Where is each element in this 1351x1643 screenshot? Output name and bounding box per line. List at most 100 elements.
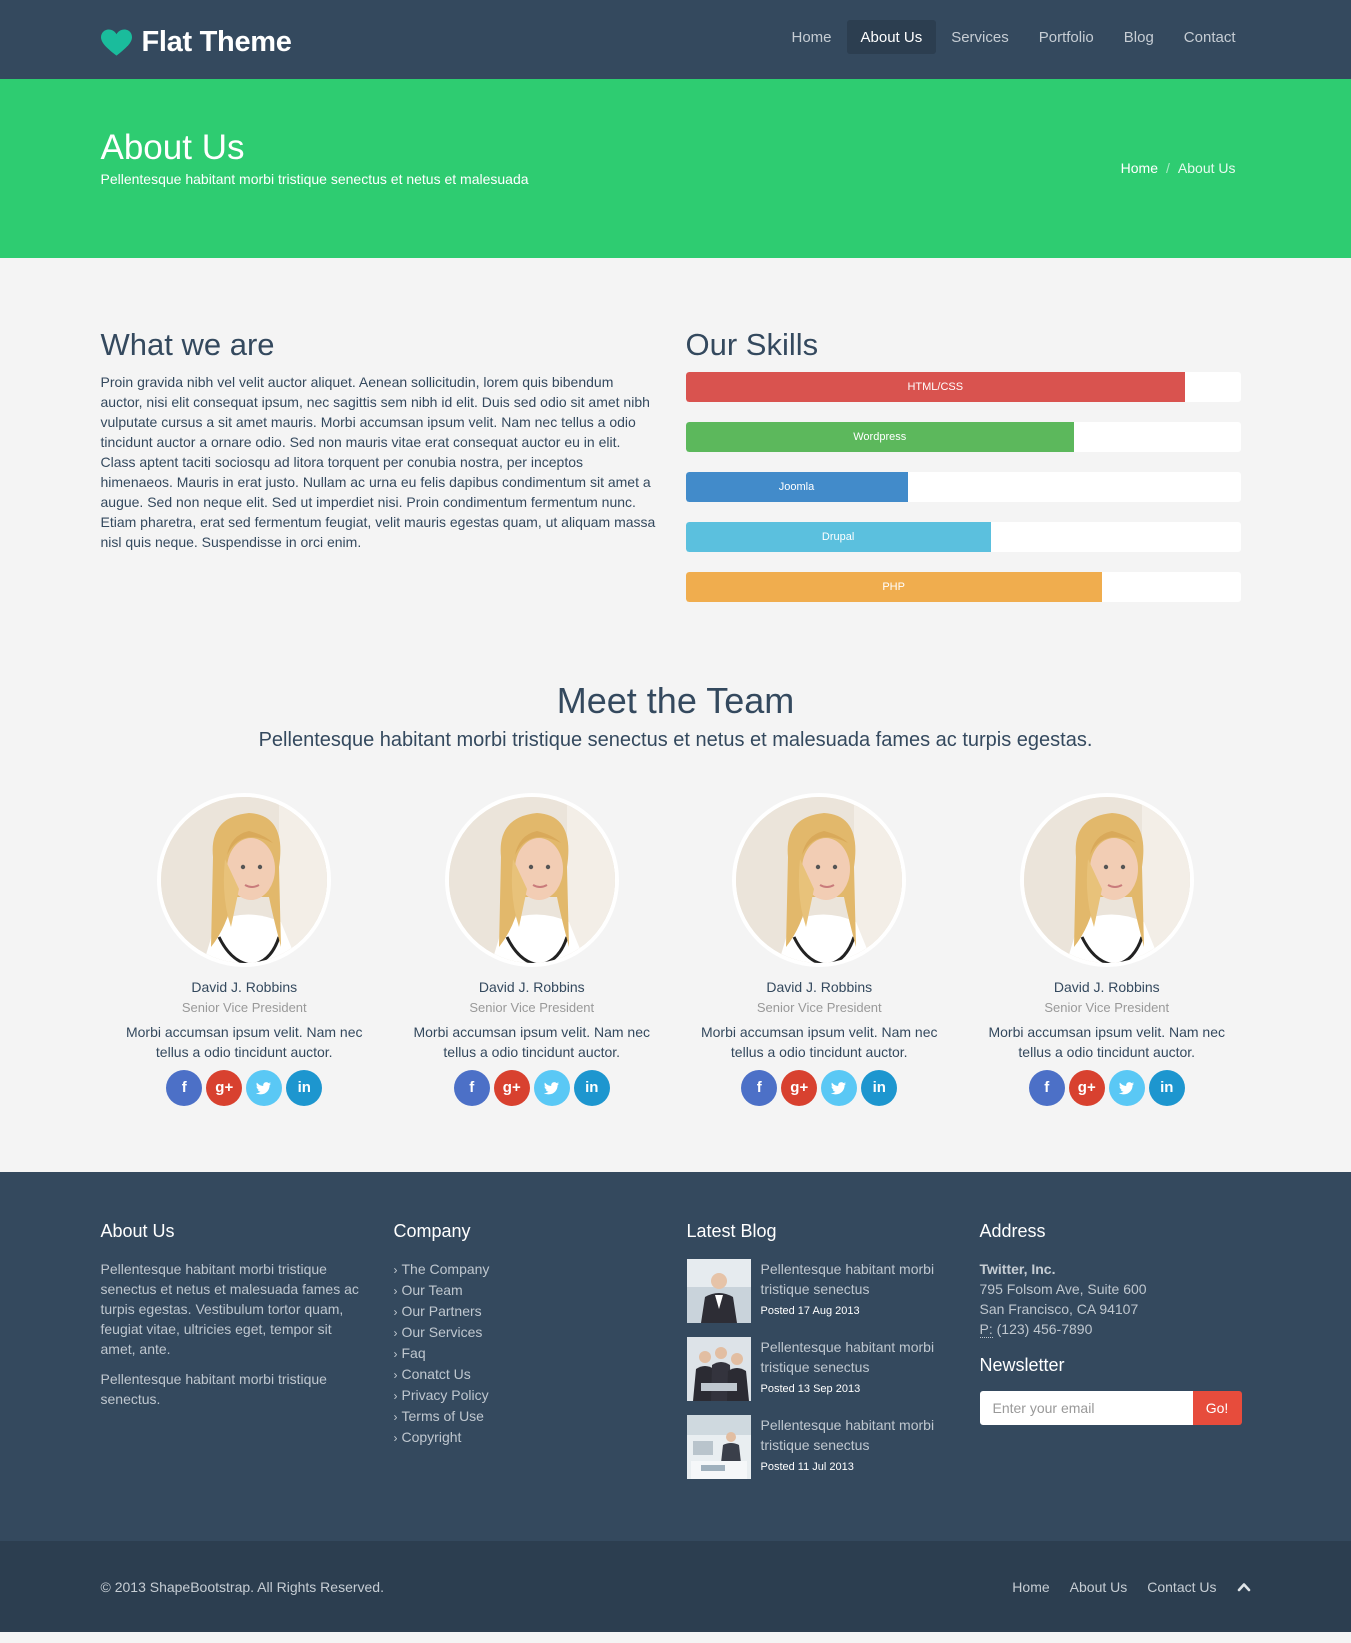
facebook-icon[interactable]: f (453, 1070, 490, 1106)
heart-icon (100, 28, 132, 56)
skills-list: HTML/CSS Wordpress Joomla Drupal PHP (685, 372, 1241, 602)
skill-bar: Wordpress (685, 422, 1074, 452)
footer-link-our-partners[interactable]: › Our Partners (394, 1301, 490, 1322)
footer-link-our-services[interactable]: › Our Services (394, 1322, 490, 1343)
member-role: Senior Vice President (1044, 1000, 1170, 1015)
main-nav: Home About Us Services Portfolio Blog Co… (776, 20, 1250, 54)
google-plus-icon[interactable]: g+ (781, 1070, 818, 1106)
bottom-link-contact-us[interactable]: Contact Us (1147, 1579, 1216, 1595)
footer-company-heading: Company (393, 1221, 471, 1241)
team-member: David J. Robbins Senior Vice President M… (101, 793, 389, 1106)
bottom-link-about-us[interactable]: About Us (1070, 1579, 1128, 1595)
footer-link-our-team[interactable]: › Our Team (394, 1280, 490, 1301)
nav-home[interactable]: Home (776, 20, 846, 54)
newsletter-go-button[interactable]: Go! (1192, 1391, 1242, 1425)
chevron-up-icon[interactable] (1237, 1580, 1251, 1594)
copyright: © 2013 ShapeBootstrap. All Rights Reserv… (100, 1579, 384, 1595)
nav-contact[interactable]: Contact (1169, 20, 1251, 54)
skill-progress-html-css: HTML/CSS (685, 372, 1241, 402)
member-description: Morbi accumsan ipsum velit. Nam nec tell… (125, 1024, 363, 1060)
member-name: David J. Robbins (191, 979, 298, 995)
member-role: Senior Vice President (181, 1000, 307, 1015)
bottom-link-home[interactable]: Home (1012, 1579, 1049, 1595)
team-member: David J. Robbins Senior Vice President M… (388, 793, 676, 1106)
footer-link-terms-of-use[interactable]: › Terms of Use (394, 1406, 490, 1427)
member-photo (444, 793, 619, 967)
blog-item[interactable]: Pellentesque habitant morbi tristique se… (686, 1259, 951, 1323)
newsletter-form: Go! (979, 1391, 1242, 1425)
footer-link-copyright[interactable]: › Copyright (394, 1427, 490, 1448)
nav-portfolio[interactable]: Portfolio (1024, 20, 1109, 54)
footer-link-contact-us[interactable]: › Conatct Us (394, 1364, 490, 1385)
what-we-are-heading: What we are (100, 327, 275, 362)
nav-blog[interactable]: Blog (1109, 20, 1169, 54)
facebook-icon[interactable]: f (1028, 1070, 1065, 1106)
footer-link-faq[interactable]: › Faq (394, 1343, 490, 1364)
footer-address-heading: Address (979, 1221, 1046, 1241)
google-plus-icon[interactable]: g+ (493, 1070, 530, 1106)
team-member: David J. Robbins Senior Vice President M… (963, 793, 1251, 1106)
blog-item[interactable]: Pellentesque habitant morbi tristique se… (686, 1337, 951, 1401)
page-subtitle: Pellentesque habitant morbi tristique se… (100, 171, 529, 187)
breadcrumb-home[interactable]: Home (1121, 160, 1158, 176)
footer-address: Address Twitter, Inc. 795 Folsom Ave, Su… (979, 1221, 1242, 1425)
team-section: Meet the Team Pellentesque habitant morb… (101, 658, 1251, 1172)
address-block: Twitter, Inc. 795 Folsom Ave, Suite 600 … (979, 1259, 1242, 1339)
skill-progress-drupal: Drupal (685, 522, 1241, 552)
member-socials: f g+ in (101, 1070, 389, 1106)
blog-title: Pellentesque habitant morbi tristique se… (760, 1417, 935, 1453)
google-plus-icon[interactable]: g+ (206, 1070, 243, 1106)
portrait-image (448, 797, 615, 963)
blog-date: Posted 13 Sep 2013 (760, 1383, 861, 1395)
brand-name: Flat Theme (141, 26, 292, 58)
portrait-image (161, 797, 328, 963)
twitter-icon[interactable] (246, 1070, 283, 1106)
footer-blog-heading: Latest Blog (686, 1221, 777, 1241)
member-description: Morbi accumsan ipsum velit. Nam nec tell… (988, 1024, 1226, 1060)
footer-link-the-company[interactable]: › The Company (394, 1259, 490, 1280)
address-city: San Francisco, CA 94107 (979, 1301, 1139, 1317)
page-title: About Us (100, 128, 245, 167)
about-text: Proin gravida nibh vel velit auctor aliq… (100, 374, 656, 550)
skill-bar: PHP (685, 572, 1102, 602)
portrait-image (736, 797, 903, 963)
facebook-icon[interactable]: f (166, 1070, 203, 1106)
linkedin-icon[interactable]: in (286, 1070, 323, 1106)
brand-logo[interactable]: Flat Theme (100, 26, 292, 59)
facebook-icon[interactable]: f (741, 1070, 778, 1106)
chevron-right-icon: › (393, 1263, 398, 1277)
linkedin-icon[interactable]: in (861, 1070, 898, 1106)
google-plus-icon[interactable]: g+ (1068, 1070, 1105, 1106)
footer-link-privacy-policy[interactable]: › Privacy Policy (394, 1385, 490, 1406)
footer-about-p1: Pellentesque habitant morbi tristique se… (100, 1261, 359, 1357)
skill-progress-joomla: Joomla (685, 472, 1241, 502)
member-role: Senior Vice President (756, 1000, 882, 1015)
portrait-image (1023, 797, 1190, 963)
footer-about: About Us Pellentesque habitant morbi tri… (101, 1221, 361, 1419)
member-role: Senior Vice President (469, 1000, 595, 1015)
member-socials: f g+ in (676, 1070, 964, 1106)
linkedin-icon[interactable]: in (573, 1070, 610, 1106)
newsletter-email-input[interactable] (979, 1391, 1193, 1425)
twitter-icon[interactable] (821, 1070, 858, 1106)
skill-progress-php: PHP (685, 572, 1241, 602)
blog-title: Pellentesque habitant morbi tristique se… (760, 1261, 935, 1297)
nav-services[interactable]: Services (936, 20, 1024, 54)
nav-about-us[interactable]: About Us (846, 20, 937, 54)
what-we-are: What we are Proin gravida nibh vel velit… (101, 327, 657, 552)
blog-thumbnail (686, 1259, 751, 1323)
team-member: David J. Robbins Senior Vice President M… (676, 793, 964, 1106)
chevron-right-icon: › (393, 1389, 398, 1403)
twitter-icon[interactable] (1108, 1070, 1145, 1106)
blog-title: Pellentesque habitant morbi tristique se… (760, 1339, 935, 1375)
bottom-bar: © 2013 ShapeBootstrap. All Rights Reserv… (0, 1541, 1351, 1632)
navbar: Flat Theme Home About Us Services Portfo… (0, 0, 1351, 79)
member-name: David J. Robbins (766, 979, 873, 995)
linkedin-icon[interactable]: in (1148, 1070, 1185, 1106)
blog-item[interactable]: Pellentesque habitant morbi tristique se… (686, 1415, 951, 1479)
bottom-nav: Home About Us Contact Us (1012, 1579, 1250, 1595)
team-subtitle: Pellentesque habitant morbi tristique se… (258, 729, 1093, 751)
member-name: David J. Robbins (1053, 979, 1160, 995)
twitter-icon[interactable] (533, 1070, 570, 1106)
blog-thumbnail (686, 1415, 751, 1479)
